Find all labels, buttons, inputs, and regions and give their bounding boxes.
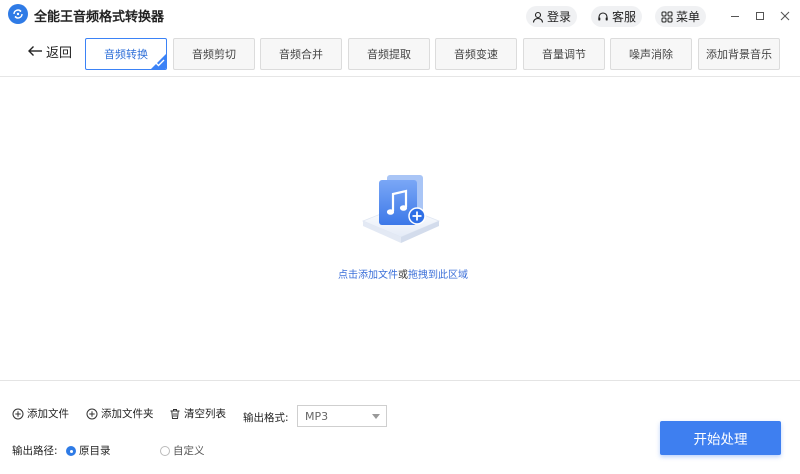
service-label: 客服: [611, 10, 636, 24]
radio-label: 原目录: [79, 445, 111, 457]
tab-add-bgm[interactable]: 添加背景音乐: [698, 38, 780, 70]
bottom-divider: [0, 380, 800, 381]
radio-unselected-icon: [160, 445, 170, 456]
arrow-left-icon: [28, 46, 42, 56]
plus-circle-icon: [12, 408, 24, 419]
start-processing-button[interactable]: 开始处理: [660, 421, 781, 455]
tab-audio-cut[interactable]: 音频剪切: [173, 38, 255, 70]
maximize-icon: [756, 12, 764, 20]
maximize-button[interactable]: [754, 10, 766, 22]
tab-volume-adjust[interactable]: 音量调节: [523, 38, 605, 70]
tab-label: 音频合并: [279, 48, 323, 61]
back-button[interactable]: 返回: [27, 43, 73, 61]
tab-label: 音频转换: [104, 48, 148, 61]
tab-label: 音频提取: [367, 48, 411, 61]
menu-label: 菜单: [675, 10, 700, 24]
trash-icon: [170, 408, 180, 419]
app-title: 全能王音频格式转换器: [34, 10, 165, 25]
format-value: MP3: [305, 409, 329, 423]
output-format-label: 输出格式:: [243, 412, 289, 424]
checkmark-icon: [155, 59, 165, 67]
close-icon: [780, 11, 790, 21]
back-label: 返回: [46, 45, 73, 61]
add-folder-label: 添加文件夹: [101, 408, 154, 420]
tab-audio-convert[interactable]: 音频转换: [85, 38, 167, 70]
minimize-icon: [731, 16, 739, 17]
add-folder-button[interactable]: 添加文件夹: [86, 406, 154, 421]
minimize-button[interactable]: [729, 10, 741, 22]
output-format-select[interactable]: MP3: [297, 405, 387, 427]
drop-hint[interactable]: 点击添加文件或拖拽到此区域: [338, 266, 468, 281]
clear-list-label: 清空列表: [184, 408, 226, 420]
output-path-label: 输出路径:: [12, 445, 58, 457]
radio-label: 自定义: [173, 445, 205, 457]
tab-audio-extract[interactable]: 音频提取: [348, 38, 430, 70]
title-bar: 全能王音频格式转换器 登录 客服 菜单: [0, 0, 800, 32]
add-music-file-icon[interactable]: [357, 171, 445, 253]
add-file-label: 添加文件: [27, 408, 69, 420]
or-text: 或: [398, 270, 408, 281]
user-icon: [532, 11, 544, 23]
menu-button[interactable]: 菜单: [655, 6, 706, 27]
click-add-file-link[interactable]: 点击添加文件: [338, 270, 398, 281]
drag-here-text: 拖拽到此区域: [408, 270, 468, 281]
tab-label: 音量调节: [542, 48, 586, 61]
plus-circle-icon: [86, 408, 98, 419]
clear-list-button[interactable]: 清空列表: [169, 406, 226, 421]
tab-label: 音频变速: [454, 48, 498, 61]
login-button[interactable]: 登录: [526, 6, 577, 27]
radio-selected-icon: [66, 445, 76, 456]
close-button[interactable]: [779, 10, 791, 22]
radio-original-dir[interactable]: 原目录: [66, 443, 111, 458]
tab-label: 噪声消除: [629, 48, 673, 61]
tab-audio-speed[interactable]: 音频变速: [435, 38, 517, 70]
tab-audio-merge[interactable]: 音频合并: [260, 38, 342, 70]
tab-noise-removal[interactable]: 噪声消除: [610, 38, 692, 70]
grid-icon: [661, 11, 673, 22]
app-logo-icon: [8, 4, 28, 24]
radio-custom-dir[interactable]: 自定义: [160, 443, 205, 458]
add-file-button[interactable]: 添加文件: [12, 406, 69, 421]
tab-label: 添加背景音乐: [706, 48, 772, 61]
login-label: 登录: [546, 10, 571, 24]
dropdown-arrow-icon: [372, 414, 380, 419]
tab-label: 音频剪切: [192, 48, 236, 61]
customer-service-button[interactable]: 客服: [591, 6, 642, 27]
headset-icon: [598, 11, 608, 20]
